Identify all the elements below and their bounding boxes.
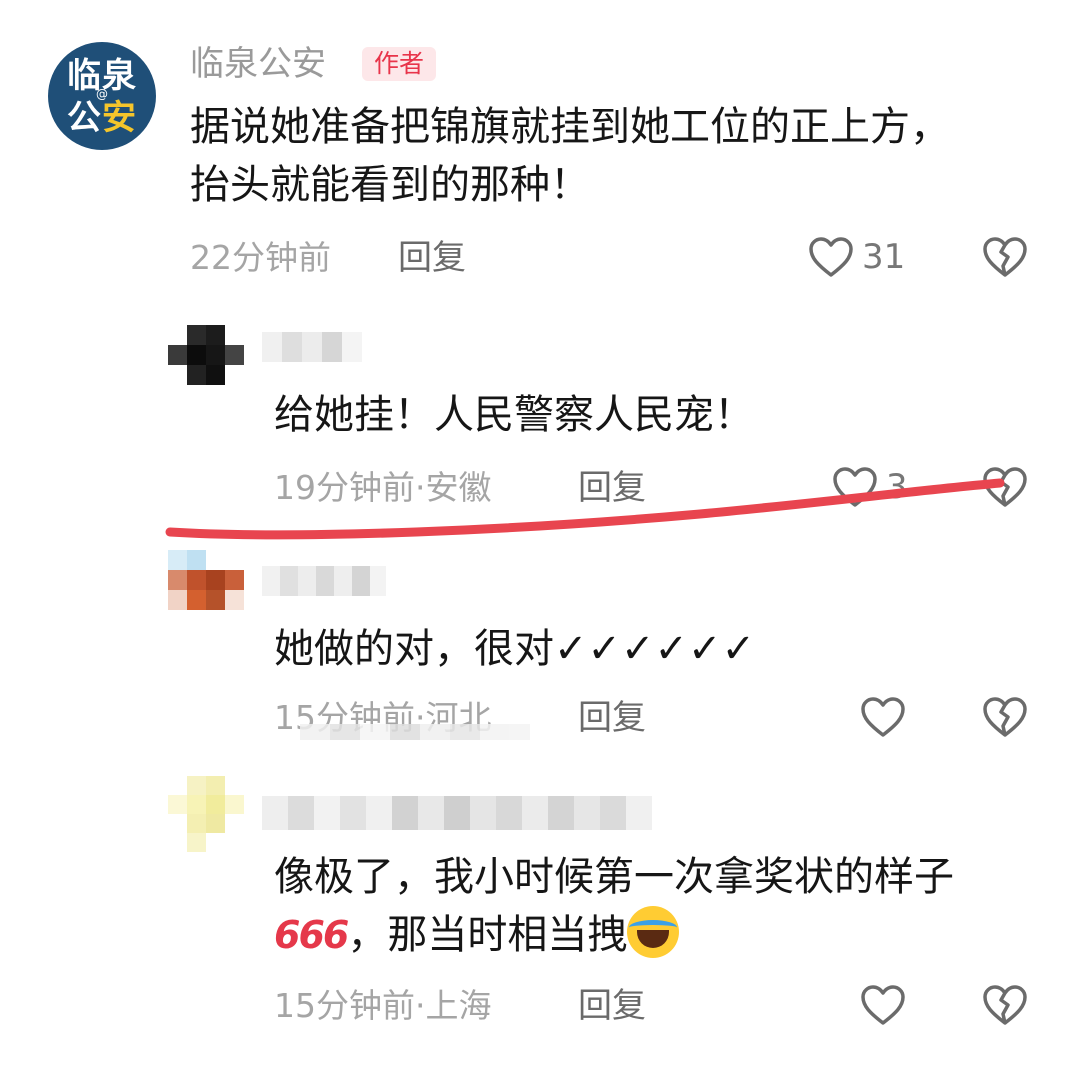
comment-text-line: 据说她准备把锦旗就挂到她工位的正上方， xyxy=(190,104,950,150)
comment-text: 她做的对，很对✓✓✓✓✓✓ xyxy=(274,626,756,672)
comment-text-line: 抬头就能看到的那种！ xyxy=(190,162,590,208)
comment-text-line: 像极了，我小时候第一次拿奖状的样子 xyxy=(274,854,954,900)
heart-outline-icon xyxy=(832,466,878,508)
user-name-redacted[interactable] xyxy=(262,796,652,830)
author-avatar[interactable]: 临泉 @ 公安 xyxy=(48,42,156,150)
comment-text-line: 666，那当时相当拽 xyxy=(274,906,954,964)
comment-text: 像极了，我小时候第一次拿奖状的样子 666，那当时相当拽 xyxy=(274,848,954,964)
reply-button[interactable]: 回复 xyxy=(578,698,646,738)
comment-time-location: 15分钟前·上海 xyxy=(274,986,492,1025)
user-name-redacted[interactable] xyxy=(262,332,362,362)
like-button[interactable] xyxy=(860,696,906,738)
broken-heart-icon[interactable] xyxy=(982,984,1028,1026)
user-avatar[interactable] xyxy=(168,550,244,610)
heart-outline-icon xyxy=(860,696,906,738)
user-avatar[interactable] xyxy=(168,325,244,385)
like-count: 31 xyxy=(862,237,906,277)
like-button[interactable]: 3 xyxy=(832,466,908,508)
broken-heart-icon[interactable] xyxy=(982,466,1028,508)
avatar-text-bottom: 公安 xyxy=(67,98,137,138)
broken-heart-icon[interactable] xyxy=(982,696,1028,738)
user-avatar[interactable] xyxy=(168,776,244,852)
emoji-666: 666 xyxy=(274,913,349,957)
author-badge: 作者 xyxy=(362,47,437,81)
like-count: 3 xyxy=(886,467,908,507)
heart-outline-icon xyxy=(860,984,906,1026)
redacted-overlay xyxy=(300,724,530,740)
like-button[interactable]: 31 xyxy=(808,236,905,278)
author-username[interactable]: 临泉公安 xyxy=(190,44,326,84)
heart-outline-icon xyxy=(808,236,854,278)
comment-text: 给她挂！人民警察人民宠！ xyxy=(274,392,754,438)
like-button[interactable] xyxy=(860,984,906,1026)
reply-button[interactable]: 回复 xyxy=(578,468,646,508)
laughing-crying-emoji-icon xyxy=(627,906,680,958)
comment-time: 22分钟前 xyxy=(190,238,331,277)
broken-heart-icon[interactable] xyxy=(982,236,1028,278)
comment-thread: 临泉 @ 公安 临泉公安 作者 据说她准备把锦旗就挂到她工位的正上方， 抬头就能… xyxy=(0,0,1080,1080)
comment-time-location: 19分钟前·安徽 xyxy=(274,468,492,507)
user-name-redacted[interactable] xyxy=(262,566,386,596)
comment-text: 据说她准备把锦旗就挂到她工位的正上方， 抬头就能看到的那种！ xyxy=(190,98,950,214)
reply-button[interactable]: 回复 xyxy=(398,238,466,278)
reply-button[interactable]: 回复 xyxy=(578,986,646,1026)
